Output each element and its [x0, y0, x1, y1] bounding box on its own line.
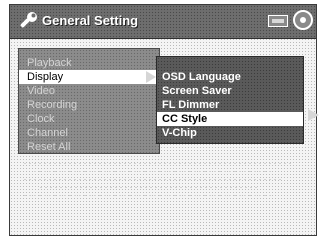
wrench-icon [20, 12, 37, 28]
background-texture [24, 179, 284, 180]
menu-item-channel[interactable]: Channel [19, 126, 159, 140]
disc-icon [268, 15, 288, 27]
submenu-item-fl-dimmer[interactable]: FL Dimmer [157, 98, 303, 112]
submenu-item-screen-saver[interactable]: Screen Saver [157, 84, 303, 98]
submenu-item-v-chip[interactable]: V-Chip [157, 126, 303, 140]
background-texture [40, 187, 260, 188]
submenu-arrow-icon [146, 71, 156, 83]
window-title: General Setting [42, 13, 139, 28]
menu-item-reset-all[interactable]: Reset All [19, 140, 159, 154]
title-bar: General Setting [10, 5, 316, 39]
menu-item-display[interactable]: Display [19, 70, 159, 84]
settings-screen: General Setting Playback Display Video R… [9, 4, 319, 236]
submenu-item-osd-language[interactable]: OSD Language [157, 70, 303, 84]
selection-arrow-icon [308, 109, 319, 121]
menu-item-video[interactable]: Video [19, 84, 159, 98]
menu-item-clock[interactable]: Clock [19, 112, 159, 126]
background-texture [24, 195, 274, 196]
display-submenu: OSD Language Screen Saver FL Dimmer CC S… [156, 56, 304, 144]
main-menu: Playback Display Video Recording Clock C… [18, 48, 160, 154]
submenu-item-cc-style[interactable]: CC Style [157, 112, 303, 126]
ring-icon [293, 10, 313, 30]
background-texture [24, 163, 294, 164]
background-texture [34, 171, 274, 172]
menu-item-recording[interactable]: Recording [19, 98, 159, 112]
menu-item-playback[interactable]: Playback [19, 56, 159, 70]
